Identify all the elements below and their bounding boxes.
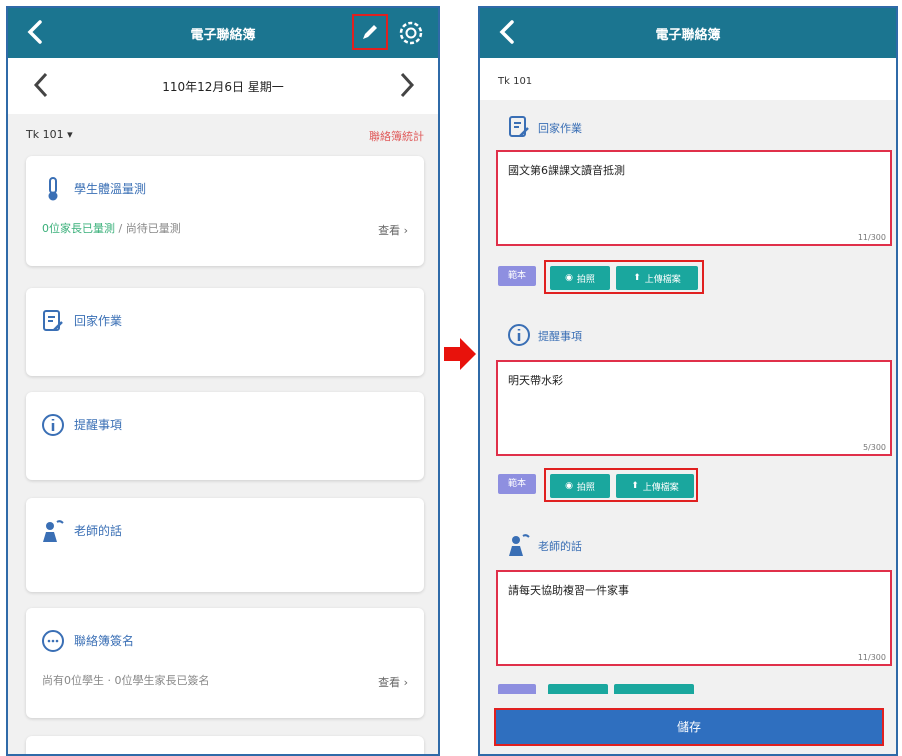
card-more-link[interactable]: 查看 › <box>378 222 408 238</box>
template-button[interactable]: 範本 <box>498 474 536 494</box>
class-row: Tk 101 <box>480 58 896 100</box>
class-row: Tk 101 ▾ 聯絡簿統計 <box>8 114 438 154</box>
card-signature[interactable]: 聯絡簿簽名 尚有0位學生 · 0位學生家長已簽名 查看 › <box>26 608 424 718</box>
textarea-value: 明天帶水彩 <box>508 374 563 387</box>
current-date: 110年12月6日 星期一 <box>162 80 284 94</box>
card-title: 老師的話 <box>74 524 123 538</box>
card-desc-accent: 0位家長已量測 <box>42 222 115 235</box>
card-partial[interactable] <box>26 736 424 754</box>
homework-textarea[interactable]: 國文第6課課文讀音抵測 11/300 <box>496 150 892 246</box>
app-bar: 電子聯絡簿 <box>8 8 438 58</box>
pencil-icon <box>363 25 377 39</box>
photo-button[interactable] <box>548 684 608 694</box>
list-screen: 電子聯絡簿 110年12月6日 星期一 Tk 101 ▾ 聯絡簿統計 學生體溫量… <box>6 6 440 756</box>
char-count: 5/300 <box>862 443 886 452</box>
upload-button[interactable]: ⬆ 上傳檔案 <box>616 474 694 498</box>
section-label: 老師的話 <box>538 540 582 553</box>
textarea-value: 國文第6課課文讀音抵測 <box>508 164 625 177</box>
card-desc-rest: / 尚待已量測 <box>115 222 181 235</box>
reminder-actions: 範本 ◉ 拍照 ⬆ 上傳檔案 <box>498 468 718 502</box>
upload-label: 上傳檔案 <box>644 274 681 285</box>
more-label: 查看 <box>378 224 401 237</box>
card-teacher-message[interactable]: 老師的話 <box>26 498 424 592</box>
card-more-link[interactable]: 查看 › <box>378 674 408 690</box>
upload-button[interactable]: ⬆ 上傳檔案 <box>616 266 698 290</box>
card-title: 聯絡簿簽名 <box>74 634 135 648</box>
photo-button[interactable]: ◉ 拍照 <box>550 474 610 498</box>
highlight-box: ◉ 拍照 ⬆ 上傳檔案 <box>544 260 704 294</box>
next-date-icon[interactable] <box>392 70 422 100</box>
photo-button[interactable]: ◉ 拍照 <box>550 266 610 290</box>
thermometer-icon <box>48 177 58 201</box>
teacher-textarea[interactable]: 請每天協助複習一件家事 11/300 <box>496 570 892 666</box>
info-icon <box>508 324 530 346</box>
reminder-textarea[interactable]: 明天帶水彩 5/300 <box>496 360 892 456</box>
card-homework[interactable]: 回家作業 <box>26 288 424 376</box>
stats-link[interactable]: 聯絡簿統計 <box>369 128 424 144</box>
transition-arrow-icon <box>444 338 476 370</box>
notebook-icon <box>43 310 63 331</box>
photo-label: 拍照 <box>576 274 595 285</box>
section-label: 回家作業 <box>538 122 582 135</box>
card-temperature[interactable]: 學生體溫量測 0位家長已量測 / 尚待已量測 查看 › <box>26 156 424 266</box>
date-navigator: 110年12月6日 星期一 <box>8 58 438 114</box>
homework-actions: 範本 ◉ 拍照 ⬆ 上傳檔案 <box>498 260 718 294</box>
chat-bubble-icon <box>42 630 64 652</box>
notebook-icon <box>509 116 529 137</box>
upload-button[interactable] <box>614 684 694 694</box>
teacher-icon <box>509 534 530 556</box>
char-count: 11/300 <box>857 233 886 242</box>
class-label: Tk 101 <box>498 76 533 87</box>
textarea-value: 請每天協助複習一件家事 <box>508 584 629 597</box>
card-desc: 0位家長已量測 / 尚待已量測 <box>42 220 181 236</box>
edit-screen: 電子聯絡簿 Tk 101 回家作業 國文第6課課文讀音抵測 11/300 範本 … <box>478 6 898 756</box>
card-desc: 尚有0位學生 · 0位學生家長已簽名 <box>42 674 210 687</box>
save-button[interactable]: 儲存 <box>494 708 884 746</box>
edit-button[interactable] <box>352 14 388 50</box>
upload-label: 上傳檔案 <box>642 482 679 493</box>
card-title: 提醒事項 <box>74 418 123 432</box>
photo-label: 拍照 <box>576 482 595 493</box>
info-icon <box>42 414 64 436</box>
card-reminder[interactable]: 提醒事項 <box>26 392 424 480</box>
more-label: 查看 <box>378 676 401 689</box>
app-title: 電子聯絡簿 <box>655 28 721 43</box>
gear-icon[interactable] <box>396 18 426 48</box>
teacher-icon <box>43 520 64 542</box>
teacher-actions-partial <box>498 680 718 694</box>
card-title: 學生體溫量測 <box>74 182 147 196</box>
camera-icon: ◉ <box>565 273 573 283</box>
class-selector[interactable]: Tk 101 ▾ <box>26 128 73 141</box>
app-bar: 電子聯絡簿 <box>480 8 896 58</box>
section-label: 提醒事項 <box>538 330 582 343</box>
char-count: 11/300 <box>857 653 886 662</box>
template-button[interactable]: 範本 <box>498 266 536 286</box>
highlight-box: ◉ 拍照 ⬆ 上傳檔案 <box>544 468 698 502</box>
upload-icon: ⬆ <box>633 273 641 283</box>
card-title: 回家作業 <box>74 314 123 328</box>
camera-icon: ◉ <box>565 481 573 491</box>
template-button[interactable] <box>498 684 536 694</box>
upload-icon: ⬆ <box>631 481 639 491</box>
